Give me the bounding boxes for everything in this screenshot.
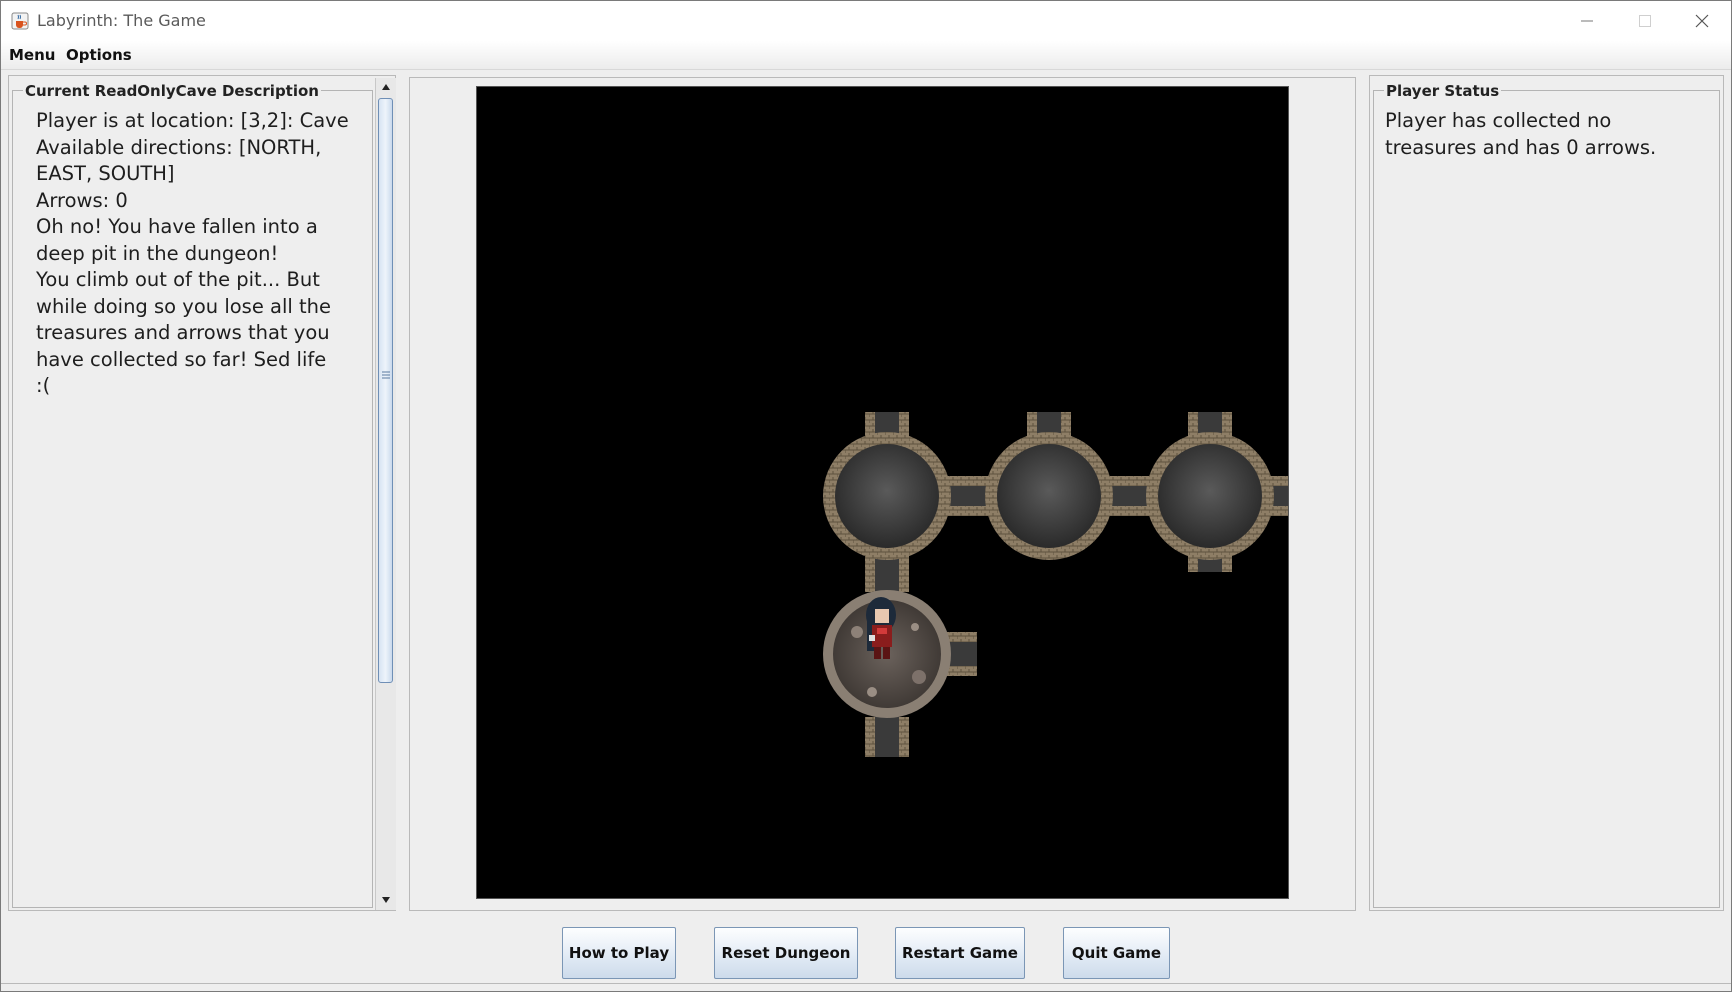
corridor-pit-south <box>865 717 909 757</box>
cave-room-3 <box>1146 432 1274 560</box>
close-icon <box>1695 14 1709 28</box>
how-to-play-button[interactable]: How to Play <box>562 927 676 979</box>
app-window: Labyrinth: The Game Menu Options Current… <box>0 0 1732 992</box>
description-title: Current ReadOnlyCave Description <box>23 82 321 100</box>
status-panel: Player Status Player has collected no tr… <box>1369 75 1724 911</box>
status-text: Player has collected no treasures and ha… <box>1385 108 1656 161</box>
description-line: Available directions: [NORTH, <box>36 135 322 159</box>
status-group: Player Status Player has collected no tr… <box>1373 82 1720 908</box>
arrow-down-icon <box>382 897 390 903</box>
cave-room-1 <box>823 432 951 560</box>
menu-options[interactable]: Options <box>66 46 132 64</box>
description-line: while doing so you lose all the <box>36 294 332 318</box>
description-line: treasures and arrows that you <box>36 321 330 344</box>
minimize-icon <box>1581 20 1593 22</box>
close-button[interactable] <box>1673 1 1731 41</box>
status-title: Player Status <box>1384 82 1502 100</box>
maximize-icon <box>1639 15 1651 27</box>
window-title: Labyrinth: The Game <box>37 11 206 30</box>
window-bottom-edge <box>1 983 1731 984</box>
menu-menu[interactable]: Menu <box>9 46 55 64</box>
description-text: Player is at location: [3,2]: Cave Avail… <box>36 108 349 400</box>
description-line: EAST, SOUTH] <box>36 162 175 185</box>
minimize-button[interactable] <box>1558 1 1616 41</box>
maximize-button[interactable] <box>1616 1 1674 41</box>
grip-icon <box>382 371 390 379</box>
description-line: Arrows: 0 <box>36 188 128 212</box>
description-scrollbar[interactable] <box>375 78 396 910</box>
description-line: deep pit in the dungeon! <box>36 241 279 265</box>
description-line: You climb out of the pit... But <box>36 268 320 291</box>
status-line: Player has collected no <box>1385 109 1612 132</box>
dungeon-map[interactable] <box>476 86 1289 899</box>
corridor-pit-east <box>947 632 977 676</box>
scroll-down-button[interactable] <box>376 891 396 909</box>
description-panel: Current ReadOnlyCave Description Player … <box>8 75 396 911</box>
description-line: :( <box>36 374 51 397</box>
menu-bar: Menu Options <box>1 41 1731 70</box>
quit-game-button[interactable]: Quit Game <box>1063 927 1170 979</box>
status-line: treasures and has 0 arrows. <box>1385 135 1657 159</box>
title-bar: Labyrinth: The Game <box>1 1 1731 41</box>
java-cup-icon <box>11 12 29 30</box>
arrow-up-icon <box>382 84 390 90</box>
restart-game-button[interactable]: Restart Game <box>895 927 1025 979</box>
cave-room-2 <box>985 432 1113 560</box>
description-line: have collected so far! Sed life <box>36 347 327 371</box>
scroll-up-button[interactable] <box>376 78 396 96</box>
dungeon-map-drawing <box>823 412 1288 757</box>
description-line: Player is at location: [3,2]: Cave <box>36 109 349 132</box>
description-line: Oh no! You have fallen into a <box>36 215 318 238</box>
description-group: Current ReadOnlyCave Description Player … <box>12 82 373 908</box>
scroll-thumb[interactable] <box>378 98 393 683</box>
reset-dungeon-button[interactable]: Reset Dungeon <box>714 927 858 979</box>
